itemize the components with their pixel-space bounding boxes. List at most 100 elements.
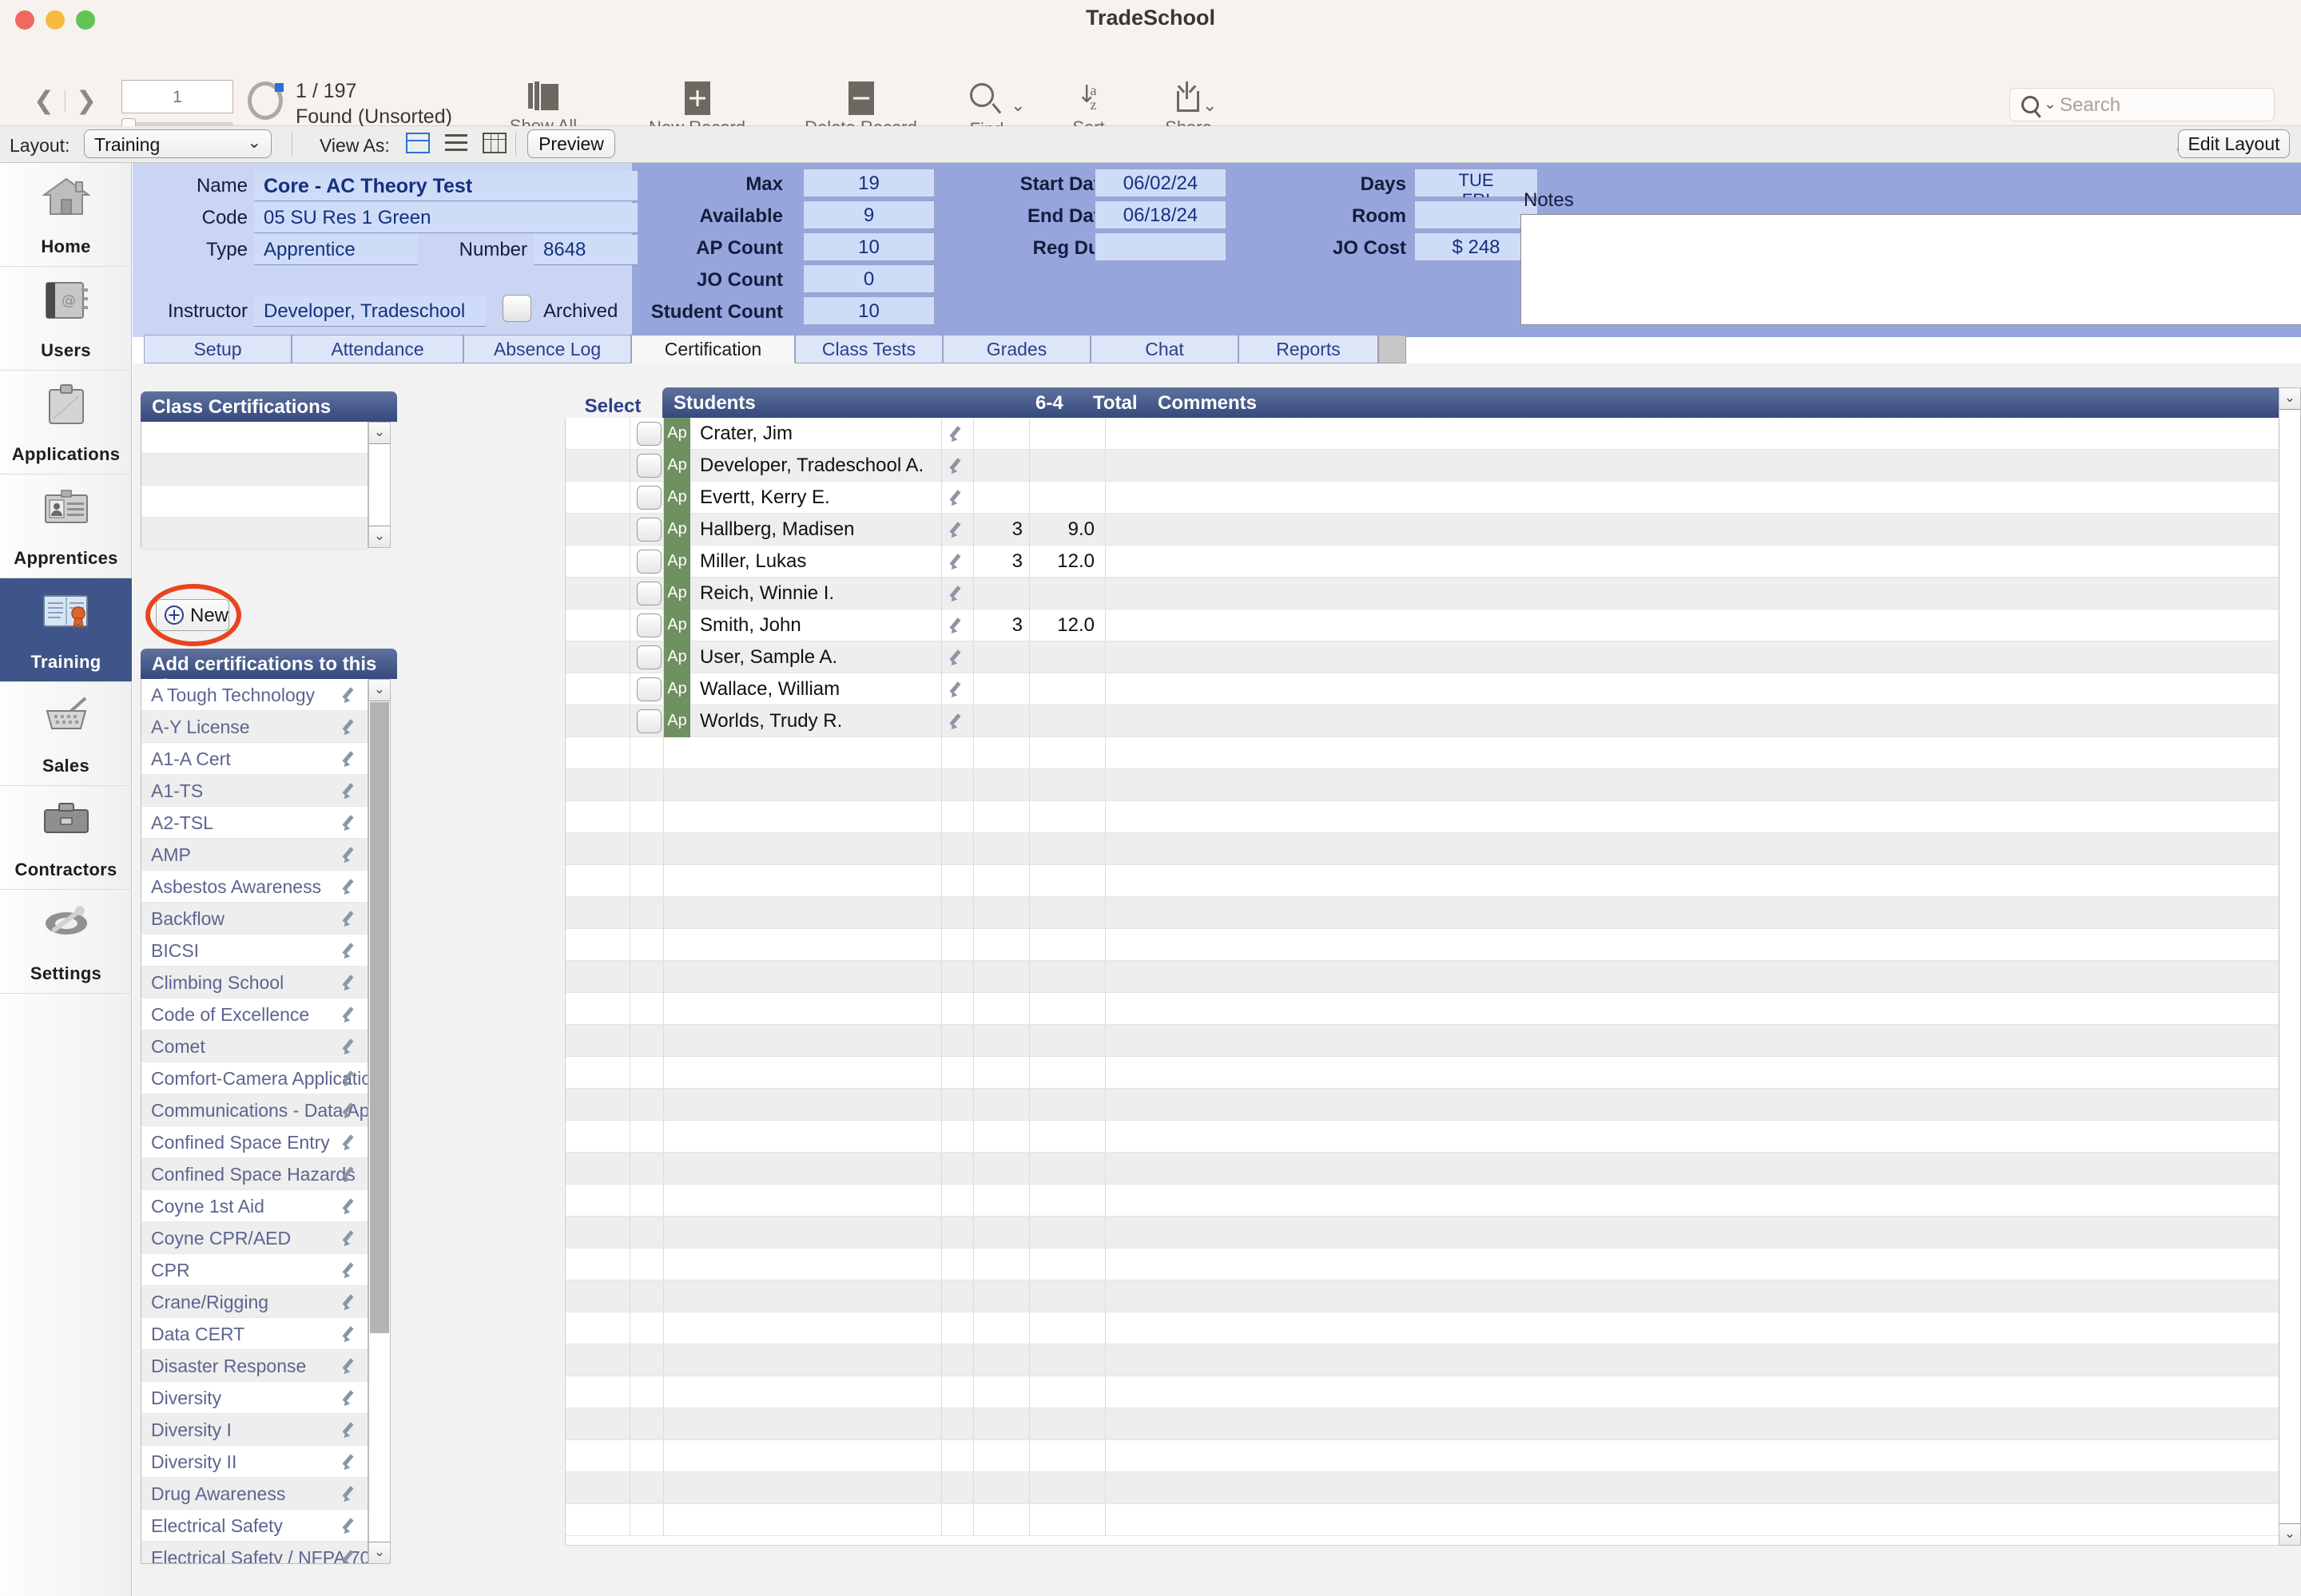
table-row[interactable] (566, 1312, 2287, 1344)
row-select-checkbox[interactable] (637, 677, 662, 701)
certification-list-item[interactable]: Communications - Data Applications (141, 1094, 368, 1126)
certification-list-item[interactable]: Coyne 1st Aid (141, 1190, 368, 1222)
edit-pencil-icon[interactable] (341, 1133, 360, 1153)
row-select-checkbox[interactable] (637, 486, 662, 510)
sidebar-item-applications[interactable]: Applications (0, 371, 132, 474)
row-select-checkbox[interactable] (637, 582, 662, 605)
scroll-up-icon[interactable]: ⌄ (2279, 388, 2300, 410)
edit-pencil-icon[interactable] (341, 1229, 360, 1249)
certification-list-item[interactable]: Comfort-Camera Applications (141, 1062, 368, 1094)
table-row[interactable]: Ap Hallberg, Madisen 3 9.0 (566, 514, 2287, 546)
edit-pencil-icon[interactable] (341, 1069, 360, 1089)
table-row[interactable] (566, 1217, 2287, 1249)
table-row[interactable] (566, 1504, 2287, 1536)
edit-pencil-icon[interactable] (341, 1292, 360, 1312)
certification-list-item[interactable]: A Tough Technology (141, 679, 368, 711)
edit-pencil-icon[interactable] (341, 1197, 360, 1217)
row-select-checkbox[interactable] (637, 645, 662, 669)
table-row[interactable] (566, 1280, 2287, 1312)
sidebar-item-users[interactable]: @ Users (0, 267, 132, 371)
table-row[interactable] (566, 929, 2287, 961)
certification-list-item[interactable]: Drug Awareness (141, 1478, 368, 1510)
edit-pencil-icon[interactable] (948, 456, 967, 476)
date-column-cell[interactable]: 3 (973, 614, 1023, 637)
sidebar-item-home[interactable]: Home (0, 163, 132, 267)
search-chevron-down-icon[interactable]: ⌄ (2044, 95, 2057, 113)
table-row[interactable] (566, 865, 2287, 897)
share-chevron-down-icon[interactable]: ⌄ (1202, 97, 1217, 115)
tab-absence-log[interactable]: Absence Log (463, 335, 631, 363)
find-chevron-down-icon[interactable]: ⌄ (1011, 97, 1025, 115)
sidebar-item-sales[interactable]: Sales (0, 682, 132, 786)
certification-list-item[interactable]: Diversity II (141, 1446, 368, 1478)
table-row[interactable] (566, 897, 2287, 929)
table-row[interactable] (566, 1344, 2287, 1376)
table-row[interactable] (566, 1121, 2287, 1153)
scrollbar-thumb[interactable] (370, 445, 389, 526)
table-row[interactable] (566, 1057, 2287, 1089)
tab-chat[interactable]: Chat (1091, 335, 1238, 363)
tab-setup[interactable]: Setup (144, 335, 292, 363)
row-select-checkbox[interactable] (637, 550, 662, 574)
edit-pencil-icon[interactable] (341, 973, 360, 993)
notes-field[interactable] (1520, 214, 2301, 325)
edit-pencil-icon[interactable] (341, 1261, 360, 1280)
date-column-cell[interactable]: 3 (973, 550, 1023, 573)
certification-list-item[interactable]: Confined Space Hazards (141, 1158, 368, 1190)
table-row[interactable]: Ap Evertt, Kerry E. (566, 482, 2287, 514)
edit-pencil-icon[interactable] (948, 552, 967, 572)
certification-list-item[interactable]: Electrical Safety / NFPA 70E (141, 1542, 368, 1563)
edit-pencil-icon[interactable] (341, 909, 360, 929)
table-row[interactable] (566, 1376, 2287, 1408)
edit-pencil-icon[interactable] (341, 749, 360, 769)
tab-certification[interactable]: Certification (631, 335, 795, 363)
edit-pencil-icon[interactable] (341, 1005, 360, 1025)
edit-pencil-icon[interactable] (948, 680, 967, 700)
table-row[interactable] (566, 1185, 2287, 1217)
row-select-checkbox[interactable] (637, 454, 662, 478)
list-item[interactable] (141, 454, 368, 486)
edit-pencil-icon[interactable] (341, 877, 360, 897)
table-row[interactable]: Ap Developer, Tradeschool A. (566, 450, 2287, 482)
table-row[interactable] (566, 737, 2287, 769)
edit-pencil-icon[interactable] (341, 941, 360, 961)
edit-pencil-icon[interactable] (341, 1388, 360, 1408)
tab-class-tests[interactable]: Class Tests (795, 335, 943, 363)
edit-pencil-icon[interactable] (341, 1548, 360, 1563)
table-row[interactable] (566, 769, 2287, 801)
list-item[interactable] (141, 518, 368, 550)
search-input[interactable]: ⌄ Search (2009, 88, 2275, 121)
scroll-down-icon[interactable]: ⌄ (369, 1542, 390, 1563)
table-row[interactable] (566, 1025, 2287, 1057)
next-record-icon[interactable]: ❯ (70, 87, 102, 114)
reg-due-field[interactable] (1095, 232, 1226, 261)
certification-list-item[interactable]: A2-TSL (141, 807, 368, 839)
edit-pencil-icon[interactable] (341, 1324, 360, 1344)
edit-layout-button[interactable]: Edit Layout (2178, 129, 2290, 158)
table-row[interactable] (566, 1440, 2287, 1472)
scroll-down-icon[interactable]: ⌄ (369, 526, 390, 547)
certification-list-item[interactable]: A1-TS (141, 775, 368, 807)
table-row[interactable]: Ap Smith, John 3 12.0 (566, 609, 2287, 641)
tab-grades[interactable]: Grades (943, 335, 1091, 363)
new-certification-button[interactable]: New (156, 599, 229, 631)
edit-pencil-icon[interactable] (341, 1165, 360, 1185)
certification-list-item[interactable]: Climbing School (141, 967, 368, 998)
edit-pencil-icon[interactable] (948, 424, 967, 444)
scroll-up-icon[interactable]: ⌄ (369, 423, 390, 444)
certification-list-item[interactable]: AMP (141, 839, 368, 871)
view-as-table-icon[interactable] (483, 133, 507, 153)
record-number-input[interactable]: 1 (121, 80, 233, 113)
table-row[interactable] (566, 1249, 2287, 1280)
certification-list-item[interactable]: Diversity (141, 1382, 368, 1414)
certification-list-item[interactable]: BICSI (141, 935, 368, 967)
layout-select[interactable]: Training ⌄ (84, 129, 272, 158)
add-certifications-list[interactable]: A Tough Technology A-Y License A1-A Cert A1… (141, 679, 368, 1564)
edit-pencil-icon[interactable] (948, 648, 967, 668)
certification-list-item[interactable]: Confined Space Entry (141, 1126, 368, 1158)
table-row[interactable] (566, 1408, 2287, 1440)
table-row[interactable] (566, 1153, 2287, 1185)
edit-pencil-icon[interactable] (341, 845, 360, 865)
row-select-checkbox[interactable] (637, 613, 662, 637)
sidebar-item-apprentices[interactable]: Apprentices (0, 474, 132, 578)
